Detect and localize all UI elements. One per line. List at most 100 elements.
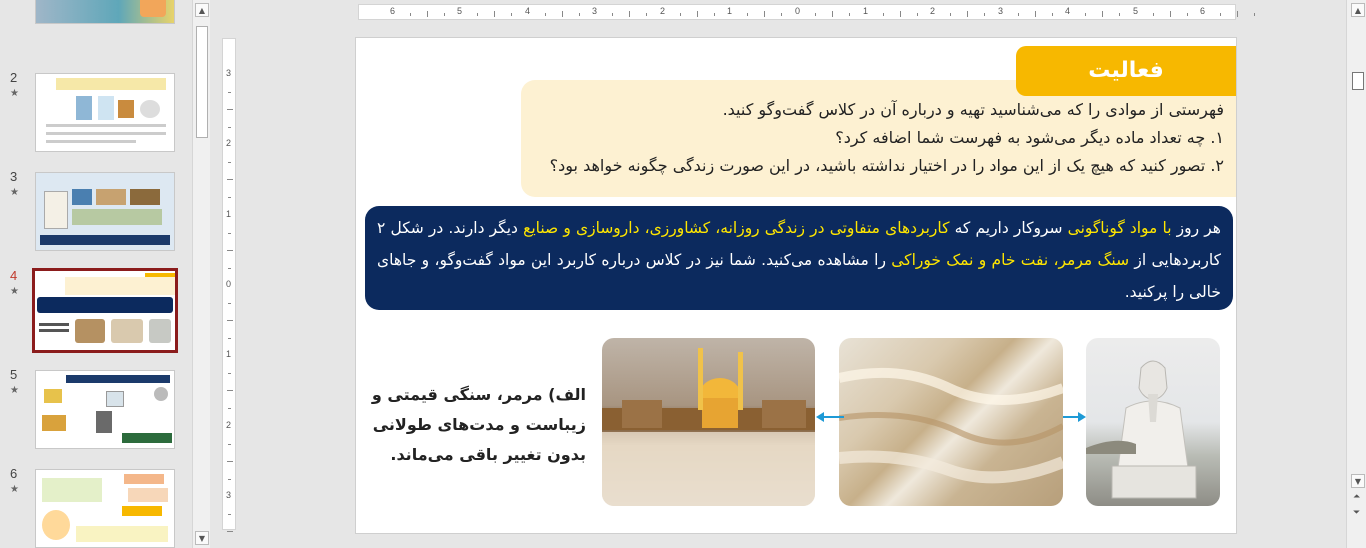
slide-thumbnail-6[interactable] <box>35 469 175 548</box>
ruler-tick <box>1170 11 1171 17</box>
ruler-tick <box>228 127 231 128</box>
ruler-tick <box>714 13 715 16</box>
scroll-down-icon[interactable]: ▼ <box>195 531 209 545</box>
arrow-left-icon <box>816 412 844 422</box>
ruler-tick <box>511 13 512 16</box>
info-paragraph-box[interactable]: هر روز با مواد گوناگونی سروکار داریم که … <box>365 206 1233 310</box>
ruler-tick <box>1119 13 1120 16</box>
ruler-tick <box>1085 13 1086 16</box>
ruler-tick <box>545 13 546 16</box>
slide-thumbnail-4[interactable] <box>32 268 178 353</box>
slide-thumbnail-1[interactable] <box>35 0 175 24</box>
ruler-tick <box>1254 13 1255 16</box>
paragraph-text: هر روز <box>1171 219 1221 237</box>
ruler-tick <box>410 13 411 16</box>
ruler-tick <box>747 13 748 16</box>
ruler-tick <box>764 11 765 17</box>
ruler-label: 1 <box>863 6 869 16</box>
ruler-tick <box>1220 13 1221 16</box>
activity-line: ۲. تصور کنید که هیچ یک از این مواد را در… <box>549 156 1224 175</box>
ruler-tick <box>1237 11 1238 17</box>
ruler-label: 5 <box>457 6 463 16</box>
ruler-label: 1 <box>226 209 232 219</box>
highlight-text: کاربردهای متفاوتی در زندگی روزانه، کشاور… <box>523 219 950 237</box>
scroll-up-icon[interactable]: ▲ <box>1351 3 1365 17</box>
ruler-label: 4 <box>1065 6 1071 16</box>
ruler-tick <box>1035 11 1036 17</box>
ruler-tick <box>228 514 231 515</box>
scroll-thumb[interactable] <box>1352 72 1364 90</box>
ruler-tick <box>228 444 231 445</box>
paragraph-text: سروکار داریم که <box>949 219 1068 237</box>
ruler-tick <box>612 13 613 16</box>
ruler-tick <box>427 11 428 17</box>
ruler-tick <box>228 233 231 234</box>
ruler-label: 6 <box>390 6 396 16</box>
slide-number: 6 <box>10 466 18 481</box>
ruler-tick <box>950 13 951 16</box>
ruler-tick <box>227 320 233 321</box>
animation-star-icon: ★ <box>10 385 19 396</box>
slide-number: 5 <box>10 367 18 382</box>
ruler-tick <box>227 461 233 462</box>
ruler-tick <box>228 303 231 304</box>
slide-thumbnail-3[interactable] <box>35 172 175 251</box>
ruler-tick <box>477 13 478 16</box>
ruler-label: 0 <box>226 279 232 289</box>
highlight-text: سنگ مرمر، نفت خام و نمک خوراکی <box>891 251 1130 269</box>
animation-star-icon: ★ <box>10 484 19 495</box>
slide-canvas[interactable]: فعالیت فهرستی از موادی را که می‌شناسید ت… <box>355 37 1237 534</box>
ruler-tick <box>967 11 968 17</box>
animation-star-icon: ★ <box>10 88 19 99</box>
ruler-tick <box>579 13 580 16</box>
ruler-tick <box>228 373 231 374</box>
ruler-tick <box>227 390 233 391</box>
ruler-label: 5 <box>1133 6 1139 16</box>
shrine-photo[interactable] <box>602 338 815 506</box>
ruler-label: 2 <box>930 6 936 16</box>
ruler-tick <box>227 250 233 251</box>
ruler-tick <box>228 92 231 93</box>
ruler-tick <box>629 11 630 17</box>
statue-photo[interactable] <box>1086 338 1220 506</box>
statue-illustration <box>1086 360 1197 499</box>
slide-thumbnail-pane: 2 ★ 3 ★ 4 ★ 5 ★ 6 ★ <box>0 0 192 548</box>
ruler-tick <box>984 13 985 16</box>
slide-number: 4 <box>10 268 18 283</box>
ruler-tick <box>228 162 231 163</box>
ruler-tick <box>646 13 647 16</box>
ruler-label: 1 <box>226 349 232 359</box>
marble-photo[interactable] <box>839 338 1063 506</box>
scroll-up-icon[interactable]: ▲ <box>195 3 209 17</box>
scroll-down-icon[interactable]: ▼ <box>1351 474 1365 488</box>
ruler-label: 1 <box>727 6 733 16</box>
ruler-label: 2 <box>226 138 232 148</box>
ruler-tick <box>1102 11 1103 17</box>
slide-thumbnail-2[interactable] <box>35 73 175 152</box>
slide-thumbnail-5[interactable] <box>35 370 175 449</box>
powerpoint-editor: 2 ★ 3 ★ 4 ★ 5 ★ 6 ★ ▲ ▼ 6 5 4 3 2 1 0 1 … <box>0 0 1366 548</box>
ruler-tick <box>227 179 233 180</box>
next-slide-icon[interactable]: ⏷ <box>1353 508 1360 518</box>
ruler-tick <box>228 408 231 409</box>
ruler-tick <box>781 13 782 16</box>
ruler-label: 3 <box>226 68 232 78</box>
activity-line: فهرستی از موادی را که می‌شناسید تهیه و د… <box>722 100 1224 119</box>
ruler-tick <box>849 13 850 16</box>
previous-slide-icon[interactable]: ⏶ <box>1353 492 1360 502</box>
activity-title: فعالیت <box>1016 46 1236 96</box>
ruler-label: 4 <box>525 6 531 16</box>
slide-scrollbar[interactable]: ▲ ▼ ⏶ ⏷ <box>1346 0 1366 548</box>
ruler-label: 3 <box>998 6 1004 16</box>
thumbnail-scrollbar[interactable]: ▲ ▼ <box>192 0 210 548</box>
vertical-ruler: 3 2 1 0 1 2 3 <box>222 38 236 532</box>
animation-star-icon: ★ <box>10 187 19 198</box>
ruler-tick <box>900 11 901 17</box>
ruler-tick <box>228 338 231 339</box>
scroll-thumb[interactable] <box>196 26 208 138</box>
ruler-label: 3 <box>592 6 598 16</box>
animation-star-icon: ★ <box>10 286 19 297</box>
slide-number: 3 <box>10 169 18 184</box>
ruler-tick <box>917 13 918 16</box>
activity-text[interactable]: فهرستی از موادی را که می‌شناسید تهیه و د… <box>534 96 1224 180</box>
